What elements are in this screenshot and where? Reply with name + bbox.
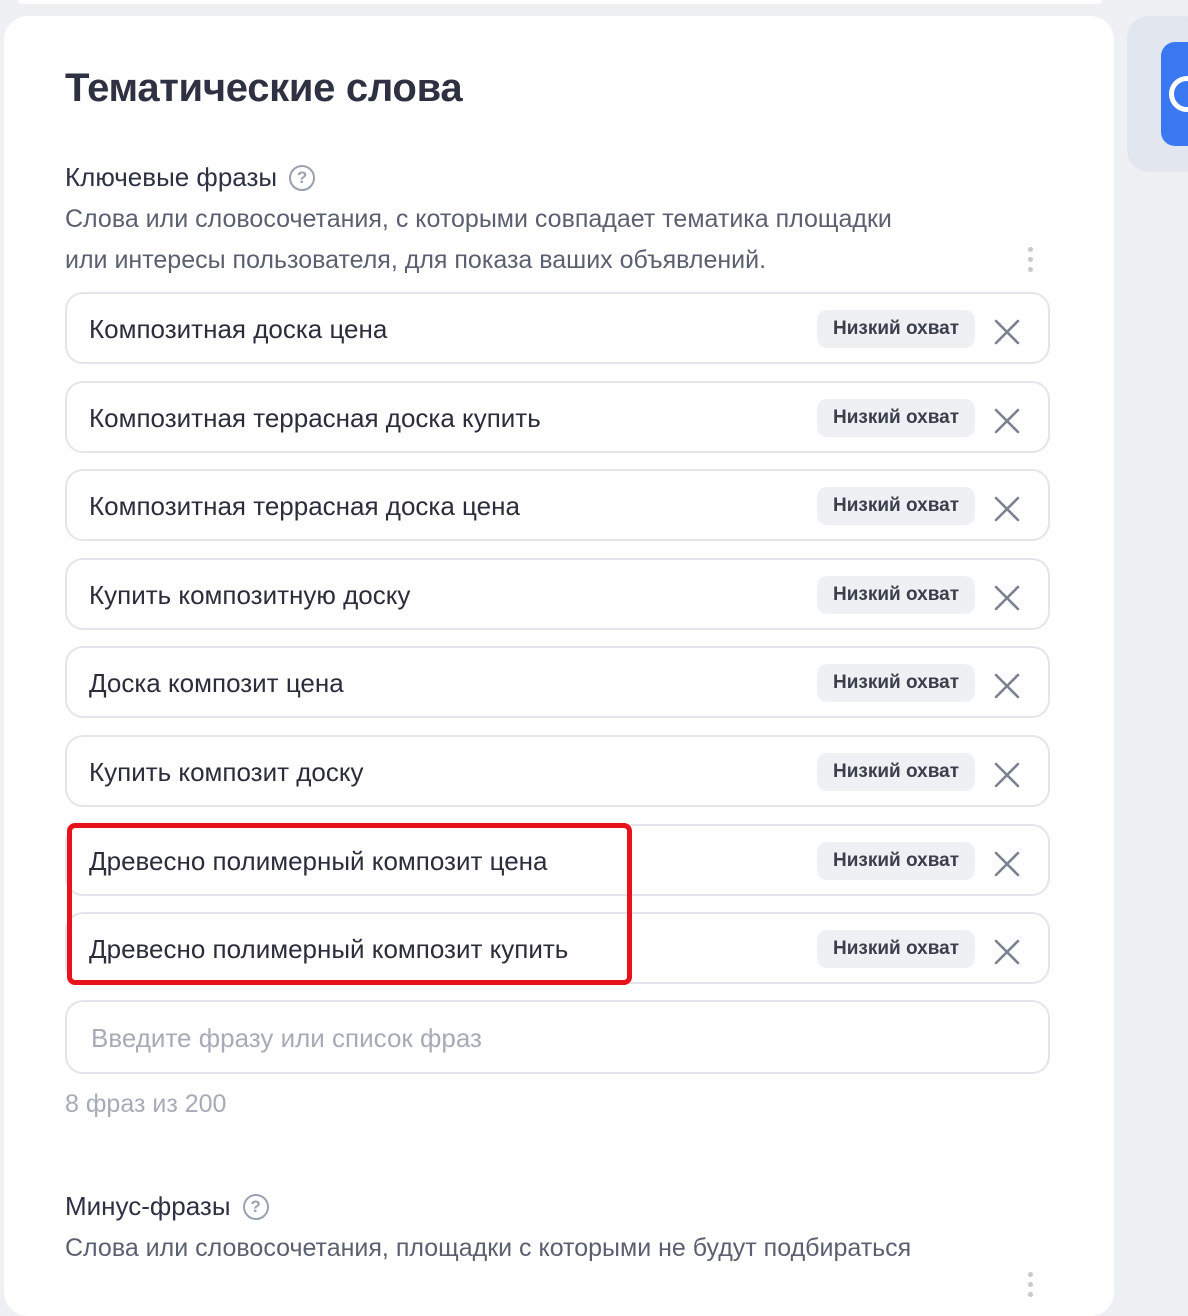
phrase-text: Композитная террасная доска купить: [89, 403, 541, 433]
kebab-menu-icon[interactable]: [1028, 1272, 1034, 1297]
reach-badge: Низкий охват: [817, 664, 975, 702]
key-phrases-label-text: Ключевые фразы: [65, 162, 278, 192]
phrase-row: Купить композит доску Низкий охват: [65, 735, 1050, 807]
key-phrases-description-line: или интересы пользователя, для показа ва…: [65, 246, 767, 274]
key-phrases-description-line: Слова или словосочетания, с которыми сов…: [65, 205, 892, 233]
phrase-text: Купить композит доску: [89, 757, 364, 787]
phrase-row: Древесно полимерный композит цена Низкий…: [65, 824, 1050, 896]
top-card-edge: [18, 0, 1102, 4]
page-title: Тематические слова: [65, 66, 463, 110]
minus-phrases-label-text: Минус-фразы: [65, 1191, 231, 1221]
help-icon[interactable]: ?: [242, 1193, 269, 1220]
reach-badge: Низкий охват: [817, 487, 975, 525]
phrase-text: Доска композит цена: [89, 668, 344, 698]
reach-badge: Низкий охват: [817, 576, 975, 614]
phrase-text: Купить композитную доску: [89, 580, 411, 610]
app-logo-icon: [1161, 42, 1188, 146]
phrase-row: Древесно полимерный композит купить Низк…: [65, 912, 1050, 984]
phrase-text: Древесно полимерный композит купить: [89, 934, 569, 964]
close-icon[interactable]: [989, 580, 1025, 616]
phrase-text: Древесно полимерный композит цена: [89, 846, 548, 876]
reach-badge: Низкий охват: [817, 310, 975, 348]
close-icon[interactable]: [989, 491, 1025, 527]
minus-phrases-description-line: Слова или словосочетания, площадки с кот…: [65, 1234, 912, 1262]
kebab-menu-icon[interactable]: [1028, 247, 1034, 272]
close-icon[interactable]: [989, 757, 1025, 793]
phrase-text: Композитная доска цена: [89, 314, 388, 344]
phrase-row: Композитная террасная доска цена Низкий …: [65, 469, 1050, 541]
key-phrases-description: Слова или словосочетания, с которыми сов…: [65, 199, 1025, 281]
close-icon[interactable]: [989, 846, 1025, 882]
phrase-row: Композитная доска цена Низкий охват: [65, 292, 1050, 364]
close-icon[interactable]: [989, 668, 1025, 704]
reach-badge: Низкий охват: [817, 399, 975, 437]
key-phrases-label: Ключевые фразы ?: [65, 162, 316, 193]
reach-badge: Низкий охват: [817, 753, 975, 791]
minus-phrases-label: Минус-фразы ?: [65, 1191, 269, 1222]
side-panel-card[interactable]: [1127, 16, 1188, 172]
phrase-input-field[interactable]: [65, 1000, 1050, 1074]
close-icon[interactable]: [989, 403, 1025, 439]
help-icon[interactable]: ?: [289, 164, 316, 191]
phrase-counter: 8 фраз из 200: [65, 1090, 227, 1118]
phrase-input[interactable]: [89, 1002, 993, 1074]
phrase-row: Доска композит цена Низкий охват: [65, 646, 1050, 718]
reach-badge: Низкий охват: [817, 842, 975, 880]
phrase-row: Композитная террасная доска купить Низки…: [65, 381, 1050, 453]
phrase-text: Композитная террасная доска цена: [89, 491, 520, 521]
close-icon[interactable]: [989, 314, 1025, 350]
reach-badge: Низкий охват: [817, 930, 975, 968]
minus-phrases-description: Слова или словосочетания, площадки с кот…: [65, 1228, 1025, 1269]
phrase-row: Купить композитную доску Низкий охват: [65, 558, 1050, 630]
close-icon[interactable]: [989, 934, 1025, 970]
